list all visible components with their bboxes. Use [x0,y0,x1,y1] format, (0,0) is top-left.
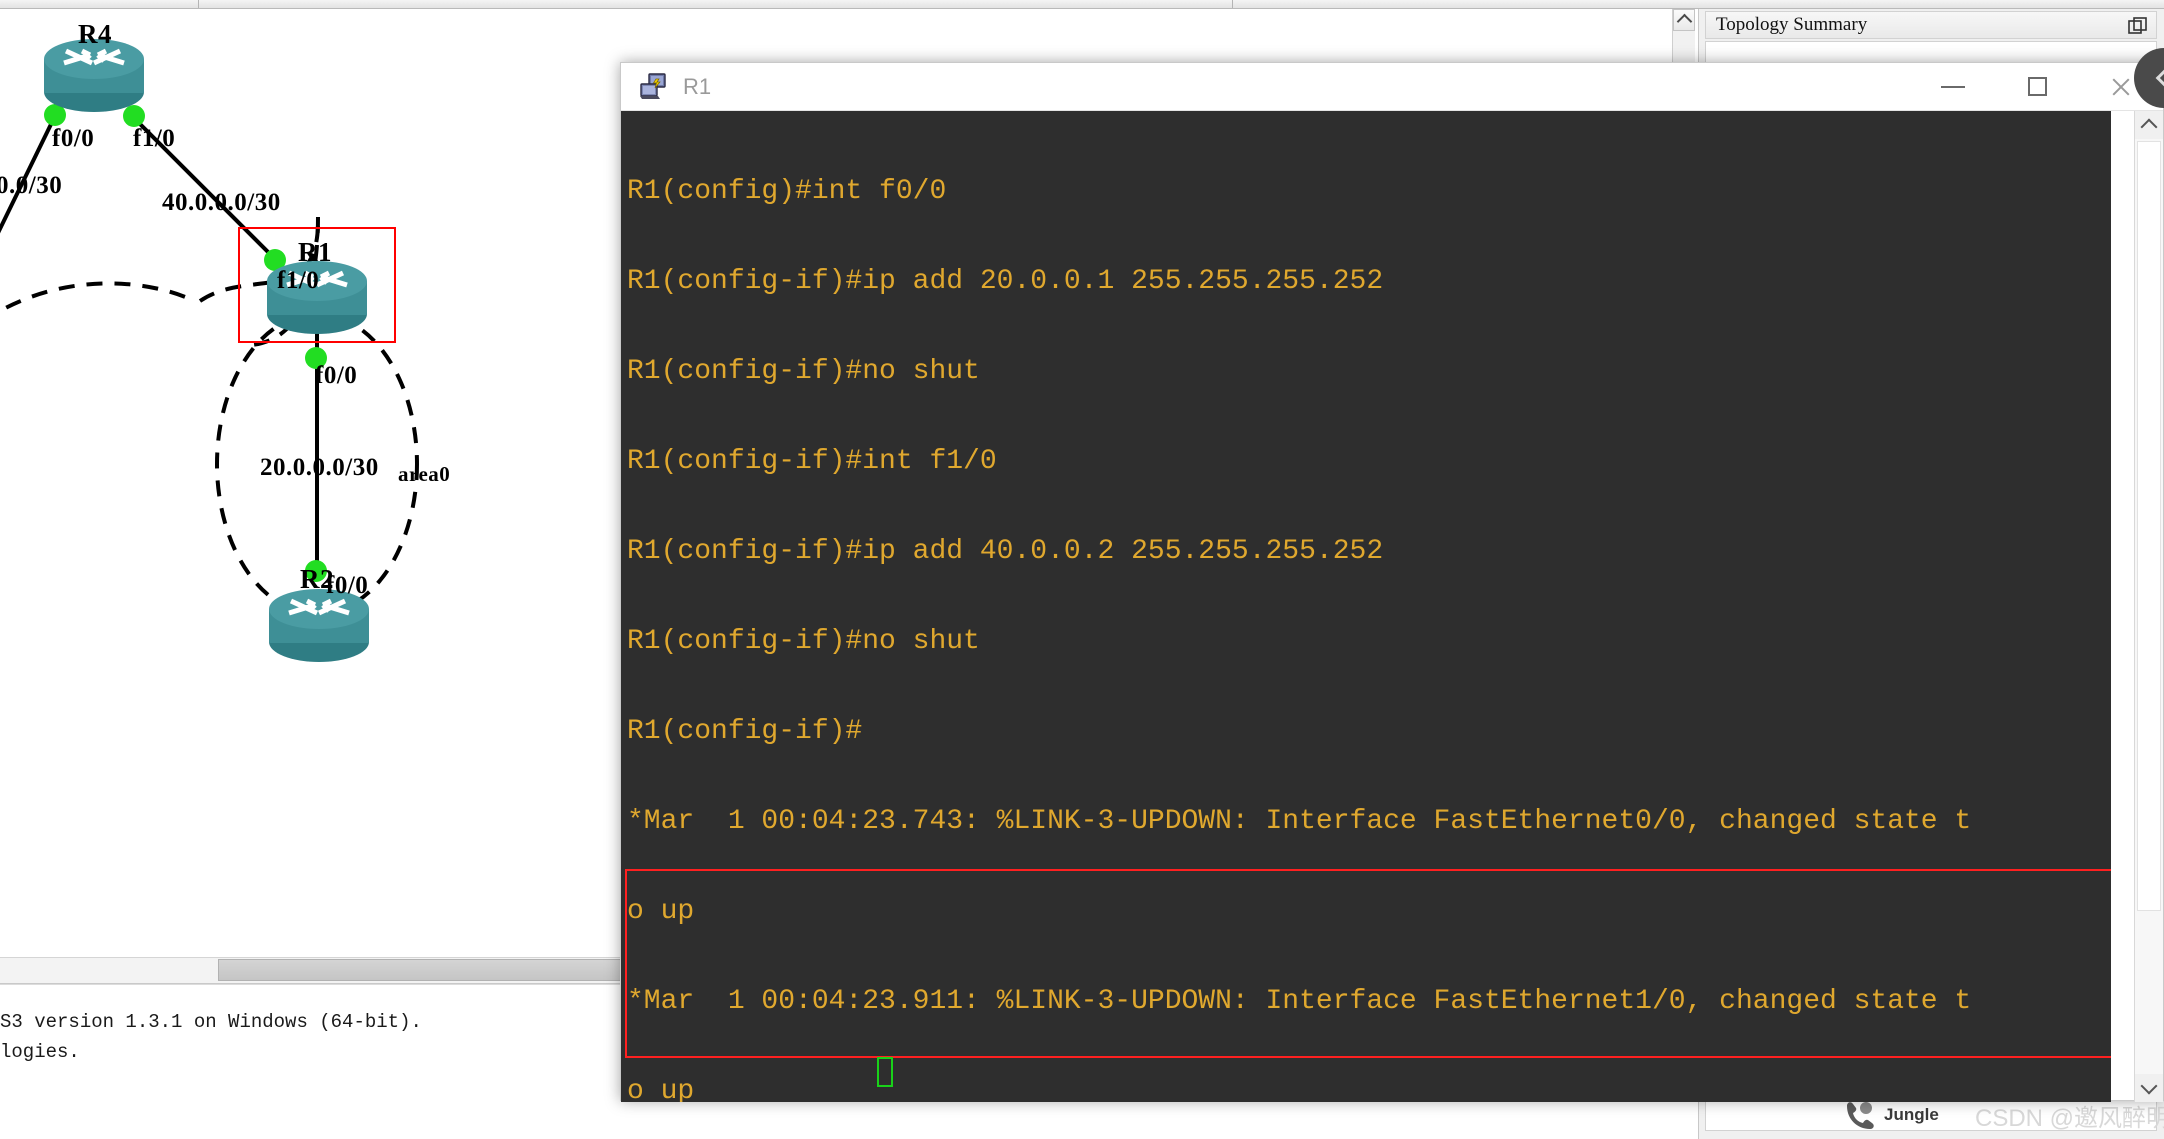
subnet-label-left: 0.0/30 [0,172,63,199]
window-title-label: R1 [683,73,712,99]
terminal-line: o up [627,896,695,927]
interface-label-r4-f10: f1/0 [133,125,176,152]
router-label-r4: R4 [78,19,112,49]
terminal-scroll-down-button[interactable] [2135,1074,2163,1102]
taskbar-item-jungle[interactable]: Jungle [1842,1098,1992,1132]
terminal-line: R1(config-if)#ip add 40.0.0.2 255.255.25… [627,536,1384,567]
selection-box-r1 [238,227,396,343]
terminal-line: o up [627,1076,695,1103]
terminal-scroll-thumb[interactable] [2137,141,2161,911]
terminal-scroll-track[interactable] [2135,139,2163,1074]
terminal-scroll-up-button[interactable] [2135,111,2163,139]
terminal-line: R1(config)#int f0/0 [627,176,947,207]
maximize-button[interactable] [1995,63,2079,111]
taskbar-item-label: Jungle [1884,1105,1939,1124]
terminal-vertical-scrollbar[interactable] [2134,111,2163,1102]
screen-root: R4 R1 R2 f0/0 f1/0 f1/0 f0/0 f0/0 0.0/30… [0,0,2164,1139]
terminal-line: R1(config-if)# [627,716,863,747]
subnet-label-40: 40.0.0.0/30 [162,189,281,216]
area-label-area0: area0 [398,462,451,486]
chevron-left-icon [2155,66,2164,90]
terminal-line: R1(config-if)#int f1/0 [627,446,997,477]
window-titlebar[interactable]: R1 [621,63,2163,111]
interface-label-r4-f00: f0/0 [52,125,95,152]
terminal-line: R1(config-if)#ip add 20.0.0.1 255.255.25… [627,266,1384,297]
dock-titlebar[interactable]: Topology Summary [1705,11,2157,39]
terminal-line: R1(config-if)#no shut [627,356,980,387]
maximize-icon [2027,77,2047,96]
chevron-up-icon [1676,13,1692,30]
terminal-line: *Mar 1 00:04:23.911: %LINK-3-UPDOWN: Int… [627,986,1972,1017]
interface-label-r1-f00: f0/0 [315,362,358,389]
window-controls [1911,63,2163,111]
csdn-watermark: CSDN @邀风醉明月 [1975,1105,2164,1132]
dock-float-icon[interactable] [2128,17,2148,37]
console-computer-icon [640,72,666,99]
close-icon [2110,76,2132,98]
terminal-lines: R1(config)#int f0/0 R1(config-if)#ip add… [627,117,2111,1103]
phone-icon [1847,1102,1874,1129]
gns3-toolbar [0,0,2164,9]
minimize-button[interactable] [1911,63,1995,111]
toolbar-separator [1232,0,1233,8]
interface-label-r2-f00: f0/0 [326,572,369,599]
subnet-label-20: 20.0.0.0/30 [260,454,379,481]
minimize-icon [1941,85,1965,88]
chevron-up-icon [2140,118,2158,136]
chevron-down-icon [2140,1077,2158,1095]
terminal-line: *Mar 1 00:04:23.743: %LINK-3-UPDOWN: Int… [627,806,1972,837]
canvas-scroll-up-button[interactable] [1673,9,1695,31]
terminal-cursor [877,1057,893,1087]
dock-title-label: Topology Summary [1716,14,1868,35]
toolbar-separator [198,0,199,8]
terminal-output-area[interactable]: R1(config)#int f0/0 R1(config-if)#ip add… [621,111,2111,1102]
r1-console-window[interactable]: R1 R1(config)#int f0/0 R1(config-if)#ip … [620,62,2164,1102]
terminal-line: R1(config-if)#no shut [627,626,980,657]
